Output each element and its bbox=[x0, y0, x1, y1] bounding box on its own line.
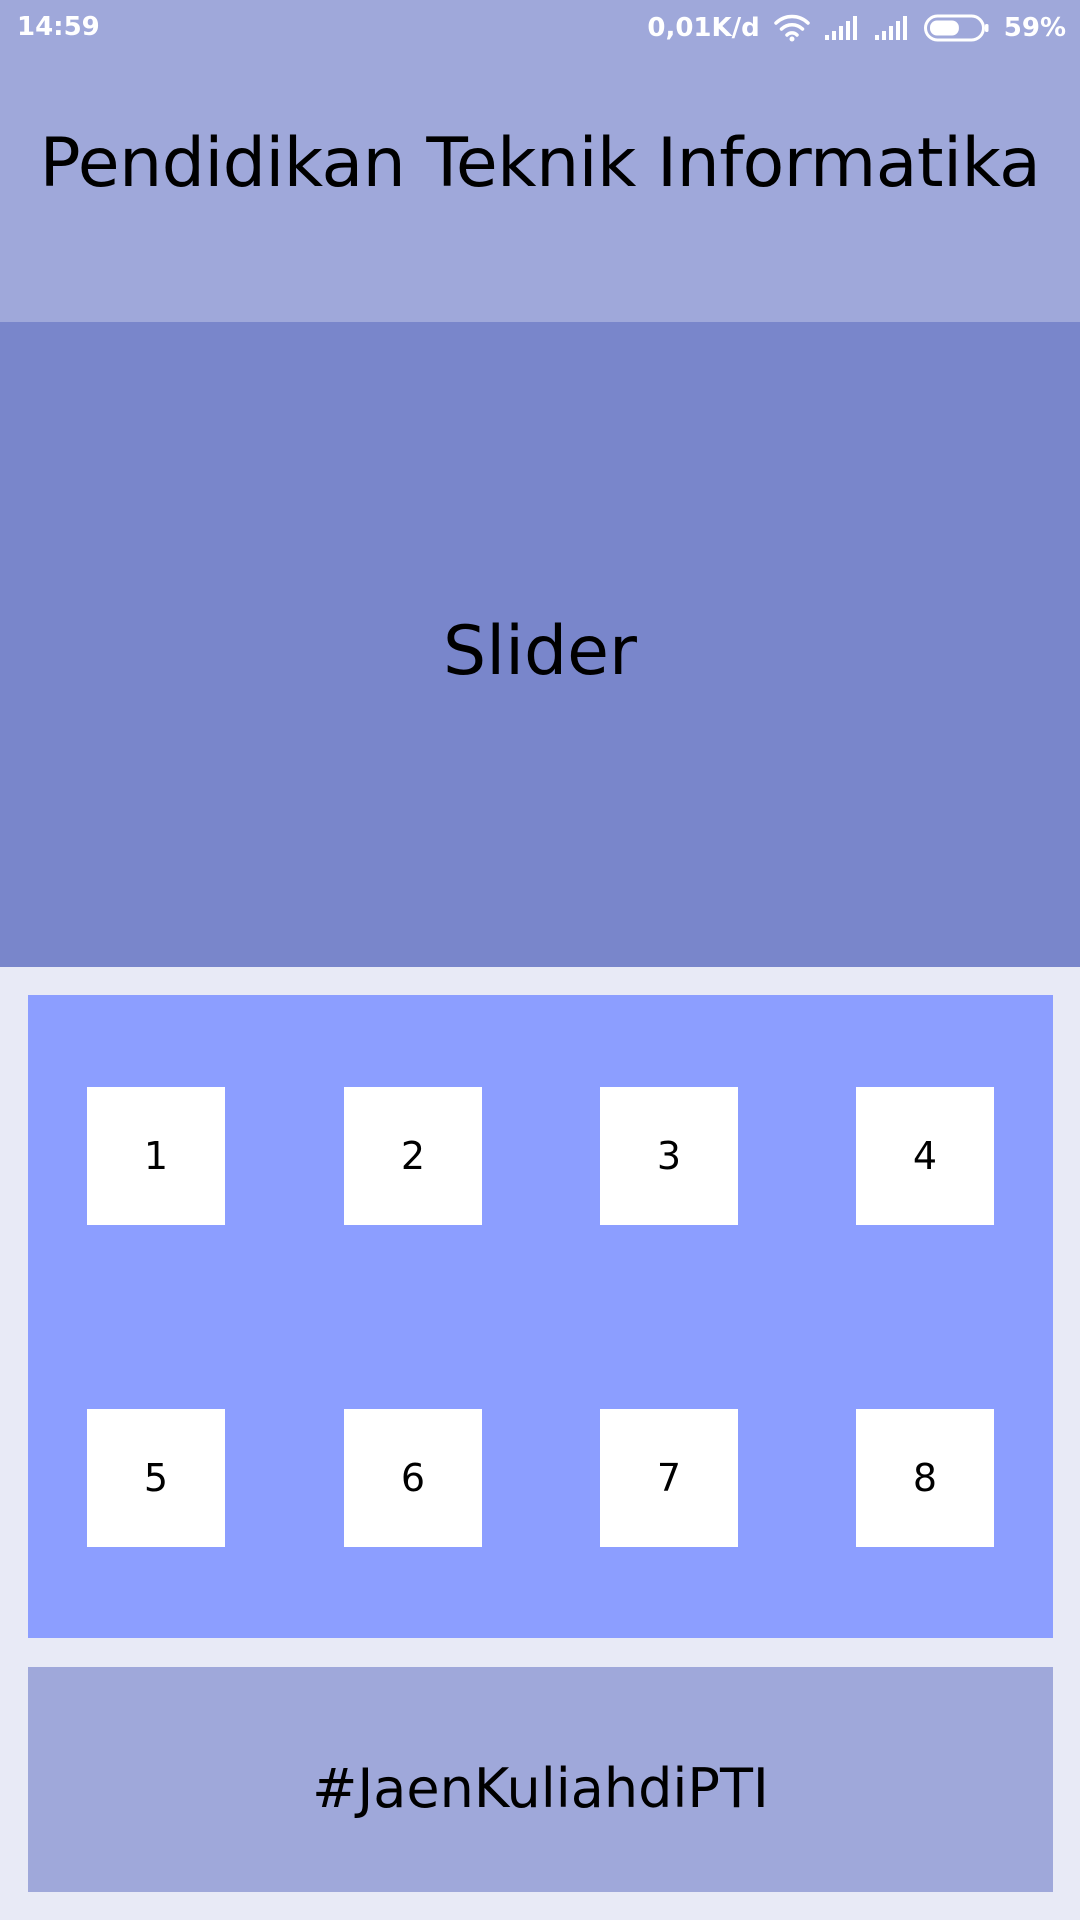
footer-banner: #JaenKuliahdiPTI bbox=[28, 1667, 1053, 1892]
status-icons: 0,01K/d 59% bbox=[647, 10, 1066, 46]
slider-label: Slider bbox=[443, 612, 637, 691]
menu-button-6[interactable]: 6 bbox=[344, 1409, 482, 1547]
status-time: 14:59 bbox=[17, 12, 100, 42]
footer-hashtag: #JaenKuliahdiPTI bbox=[312, 1757, 769, 1820]
menu-button-7[interactable]: 7 bbox=[600, 1409, 738, 1547]
wifi-icon bbox=[774, 14, 810, 42]
menu-button-8[interactable]: 8 bbox=[856, 1409, 994, 1547]
app-header: Pendidikan Teknik Informatika bbox=[0, 56, 1080, 322]
menu-button-3[interactable]: 3 bbox=[600, 1087, 738, 1225]
menu-grid: 1 2 3 4 5 6 7 8 bbox=[28, 995, 1053, 1638]
network-speed: 0,01K/d bbox=[647, 13, 760, 43]
menu-button-2[interactable]: 2 bbox=[344, 1087, 482, 1225]
menu-button-4[interactable]: 4 bbox=[856, 1087, 994, 1225]
battery-percent: 59% bbox=[1003, 13, 1066, 43]
image-slider[interactable]: Slider bbox=[0, 322, 1080, 967]
signal-icon bbox=[824, 15, 860, 41]
battery-icon bbox=[923, 14, 990, 42]
page-title: Pendidikan Teknik Informatika bbox=[39, 124, 1041, 203]
menu-button-1[interactable]: 1 bbox=[87, 1087, 225, 1225]
signal-icon bbox=[874, 15, 910, 41]
status-bar: 14:59 0,01K/d 59% bbox=[0, 0, 1080, 56]
menu-button-5[interactable]: 5 bbox=[87, 1409, 225, 1547]
